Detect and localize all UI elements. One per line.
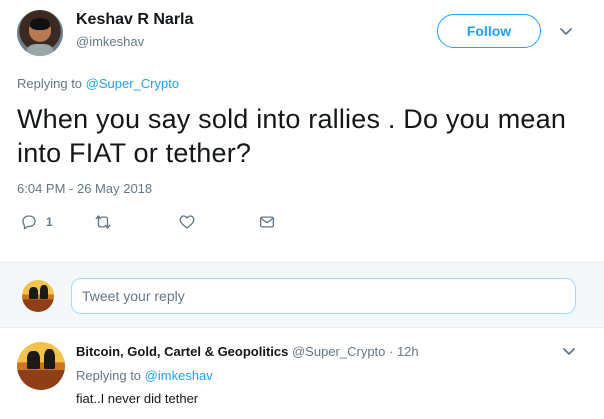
reply-author-avatar[interactable]	[17, 342, 65, 390]
reply-text: fiat..I never did tether	[76, 391, 199, 406]
caret-down-icon[interactable]	[559, 25, 573, 39]
tweet-timestamp[interactable]: 6:04 PM - 26 May 2018	[17, 181, 152, 196]
reply-icon	[22, 215, 36, 230]
replying-to: Replying to @Super_Crypto	[17, 76, 179, 91]
author-handle[interactable]: @imkeshav	[76, 34, 144, 49]
reply-header: Bitcoin, Gold, Cartel & Geopolitics @Sup…	[76, 344, 419, 359]
follow-button[interactable]: Follow	[437, 14, 541, 48]
caret-down-icon[interactable]	[562, 345, 576, 359]
reply-replying-label: Replying to	[76, 368, 142, 383]
reply-meta[interactable]: @Super_Crypto · 12h	[292, 344, 419, 359]
author-avatar[interactable]	[17, 10, 63, 56]
direct-message-button[interactable]	[258, 212, 276, 232]
reply-replying-link[interactable]: @imkeshav	[145, 368, 213, 383]
replying-label: Replying to	[17, 76, 83, 91]
replying-to-link[interactable]: @Super_Crypto	[86, 76, 179, 91]
reply-input[interactable]: Tweet your reply	[71, 278, 576, 314]
user-avatar	[22, 280, 54, 312]
direct-message-icon	[259, 216, 275, 228]
like-button[interactable]	[178, 212, 196, 232]
retweet-icon	[95, 215, 111, 229]
reply-count: 1	[46, 215, 53, 229]
tweet-actions: 1	[17, 212, 317, 234]
retweet-button[interactable]	[94, 212, 112, 232]
like-icon	[179, 215, 195, 229]
reply-author-name[interactable]: Bitcoin, Gold, Cartel & Geopolitics	[76, 344, 288, 359]
reply-button[interactable]: 1	[20, 212, 53, 232]
tweet-header: Keshav R Narla @imkeshav Follow	[0, 0, 604, 70]
reply-replying-to: Replying to @imkeshav	[76, 368, 213, 383]
author-name[interactable]: Keshav R Narla	[76, 11, 193, 29]
tweet-text: When you say sold into rallies . Do you …	[17, 104, 567, 168]
reply-compose: Tweet your reply	[0, 262, 604, 328]
